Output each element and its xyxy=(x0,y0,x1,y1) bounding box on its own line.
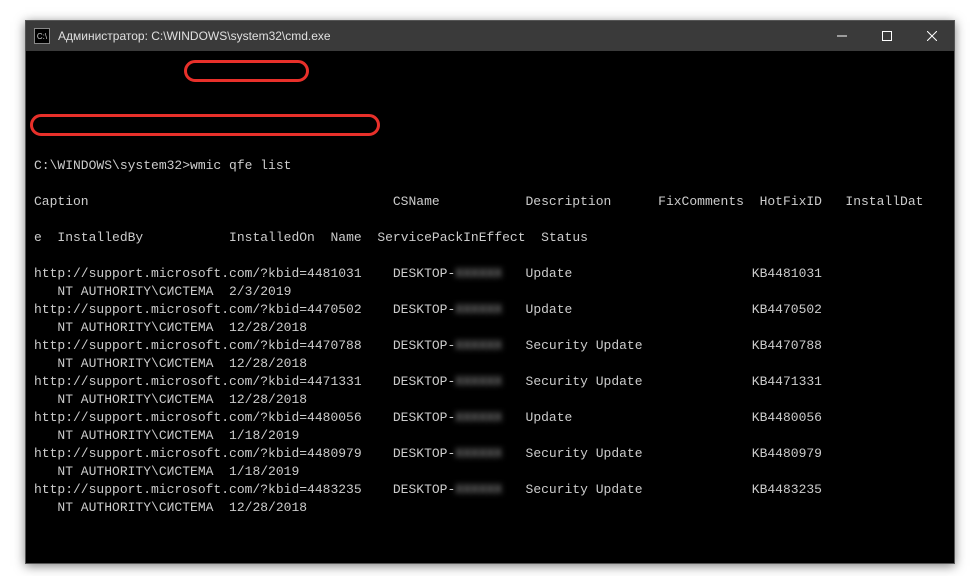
installedby-value: NT AUTHORITY\СИСТЕМА xyxy=(57,356,229,371)
table-row: NT AUTHORITY\СИСТЕМА 1/18/2019 xyxy=(34,463,946,481)
entries-list: http://support.microsoft.com/?kbid=44810… xyxy=(34,265,946,517)
header-description: Description xyxy=(526,194,612,209)
table-row: NT AUTHORITY\СИСТЕМА 1/18/2019 xyxy=(34,427,946,445)
hotfix-value: KB4483235 xyxy=(752,482,822,497)
installedon-value: 12/28/2018 xyxy=(229,500,307,515)
description-value: Update xyxy=(526,266,752,281)
hotfix-value: KB4481031 xyxy=(752,266,822,281)
caption-url: http://support.microsoft.com/?kbid=44809… xyxy=(34,446,377,461)
description-value: Security Update xyxy=(526,482,752,497)
table-row: NT AUTHORITY\СИСТЕМА 2/3/2019 xyxy=(34,283,946,301)
installedby-value: NT AUTHORITY\СИСТЕМА xyxy=(57,464,229,479)
csname-prefix: DESKTOP- xyxy=(393,302,455,317)
table-row: http://support.microsoft.com/?kbid=44809… xyxy=(34,445,946,463)
hotfix-value: KB4480056 xyxy=(752,410,822,425)
installedby-value: NT AUTHORITY\СИСТЕМА xyxy=(57,320,229,335)
prompt-path: C:\WINDOWS\system32> xyxy=(34,158,190,173)
header-caption: Caption xyxy=(34,194,89,209)
table-row: http://support.microsoft.com/?kbid=44713… xyxy=(34,373,946,391)
csname-prefix: DESKTOP- xyxy=(393,482,455,497)
cmd-icon: C:\ xyxy=(34,28,50,44)
table-row: http://support.microsoft.com/?kbid=44832… xyxy=(34,481,946,499)
description-value: Security Update xyxy=(526,338,752,353)
caption-url: http://support.microsoft.com/?kbid=44810… xyxy=(34,266,377,281)
csname-blurred: XXXXXX xyxy=(455,481,502,499)
highlight-url xyxy=(30,114,380,136)
maximize-button[interactable] xyxy=(864,21,909,51)
csname-prefix: DESKTOP- xyxy=(393,410,455,425)
header-installdat: InstallDat xyxy=(845,194,923,209)
prompt-line: C:\WINDOWS\system32>wmic qfe list xyxy=(34,157,946,175)
hotfix-value: KB4471331 xyxy=(752,374,822,389)
header-installedon: InstalledOn xyxy=(229,230,315,245)
installedby-value: NT AUTHORITY\СИСТЕМА xyxy=(57,284,229,299)
table-row: http://support.microsoft.com/?kbid=44800… xyxy=(34,409,946,427)
installedon-value: 2/3/2019 xyxy=(229,284,291,299)
window-title: Администратор: C:\WINDOWS\system32\cmd.e… xyxy=(58,29,331,43)
header-csname: CSName xyxy=(393,194,440,209)
close-button[interactable] xyxy=(909,21,954,51)
minimize-button[interactable] xyxy=(819,21,864,51)
csname-prefix: DESKTOP- xyxy=(393,374,455,389)
csname-prefix: DESKTOP- xyxy=(393,338,455,353)
csname-prefix: DESKTOP- xyxy=(393,266,455,281)
caption-url: http://support.microsoft.com/?kbid=44705… xyxy=(34,302,377,317)
caption-url: http://support.microsoft.com/?kbid=44832… xyxy=(34,482,377,497)
table-row: NT AUTHORITY\СИСТЕМА 12/28/2018 xyxy=(34,499,946,517)
description-value: Security Update xyxy=(526,446,752,461)
header-sp: ServicePackInEffect xyxy=(377,230,525,245)
description-value: Security Update xyxy=(526,374,752,389)
csname-blurred: XXXXXX xyxy=(455,301,502,319)
caption-url: http://support.microsoft.com/?kbid=44707… xyxy=(34,338,377,353)
installedby-value: NT AUTHORITY\СИСТЕМА xyxy=(57,392,229,407)
installedon-value: 12/28/2018 xyxy=(229,320,307,335)
hotfix-value: KB4480979 xyxy=(752,446,822,461)
terminal-area[interactable]: C:\WINDOWS\system32>wmic qfe list Captio… xyxy=(26,51,954,563)
header-row-2: e InstalledBy InstalledOn Name ServicePa… xyxy=(34,229,946,247)
installedon-value: 12/28/2018 xyxy=(229,356,307,371)
hotfix-value: KB4470502 xyxy=(752,302,822,317)
table-row: NT AUTHORITY\СИСТЕМА 12/28/2018 xyxy=(34,319,946,337)
header-status: Status xyxy=(541,230,588,245)
hotfix-value: KB4470788 xyxy=(752,338,822,353)
table-row: http://support.microsoft.com/?kbid=44810… xyxy=(34,265,946,283)
installedby-value: NT AUTHORITY\СИСТЕМА xyxy=(57,500,229,515)
description-value: Update xyxy=(526,410,752,425)
blank-line xyxy=(34,535,946,553)
installedon-value: 1/18/2019 xyxy=(229,428,299,443)
header-hotfixid: HotFixID xyxy=(760,194,822,209)
table-row: NT AUTHORITY\СИСТЕМА 12/28/2018 xyxy=(34,355,946,373)
header-name: Name xyxy=(330,230,361,245)
csname-blurred: XXXXXX xyxy=(455,445,502,463)
installedby-value: NT AUTHORITY\СИСТЕМА xyxy=(57,428,229,443)
csname-blurred: XXXXXX xyxy=(455,409,502,427)
csname-blurred: XXXXXX xyxy=(455,373,502,391)
csname-prefix: DESKTOP- xyxy=(393,446,455,461)
csname-blurred: XXXXXX xyxy=(455,265,502,283)
caption-url: http://support.microsoft.com/?kbid=44800… xyxy=(34,410,377,425)
highlight-command xyxy=(184,60,309,82)
table-row: http://support.microsoft.com/?kbid=44705… xyxy=(34,301,946,319)
titlebar[interactable]: C:\ Администратор: C:\WINDOWS\system32\c… xyxy=(26,21,954,51)
table-row: NT AUTHORITY\СИСТЕМА 12/28/2018 xyxy=(34,391,946,409)
installedon-value: 12/28/2018 xyxy=(229,392,307,407)
command-text: wmic qfe list xyxy=(190,158,291,173)
installedon-value: 1/18/2019 xyxy=(229,464,299,479)
csname-blurred: XXXXXX xyxy=(455,337,502,355)
table-row: http://support.microsoft.com/?kbid=44707… xyxy=(34,337,946,355)
header-row-1: Caption CSName Description FixComments H… xyxy=(34,193,946,211)
caption-url: http://support.microsoft.com/?kbid=44713… xyxy=(34,374,377,389)
description-value: Update xyxy=(526,302,752,317)
cmd-window: C:\ Администратор: C:\WINDOWS\system32\c… xyxy=(25,20,955,564)
header-fixcomments: FixComments xyxy=(658,194,744,209)
header-installedby: e InstalledBy xyxy=(34,230,143,245)
